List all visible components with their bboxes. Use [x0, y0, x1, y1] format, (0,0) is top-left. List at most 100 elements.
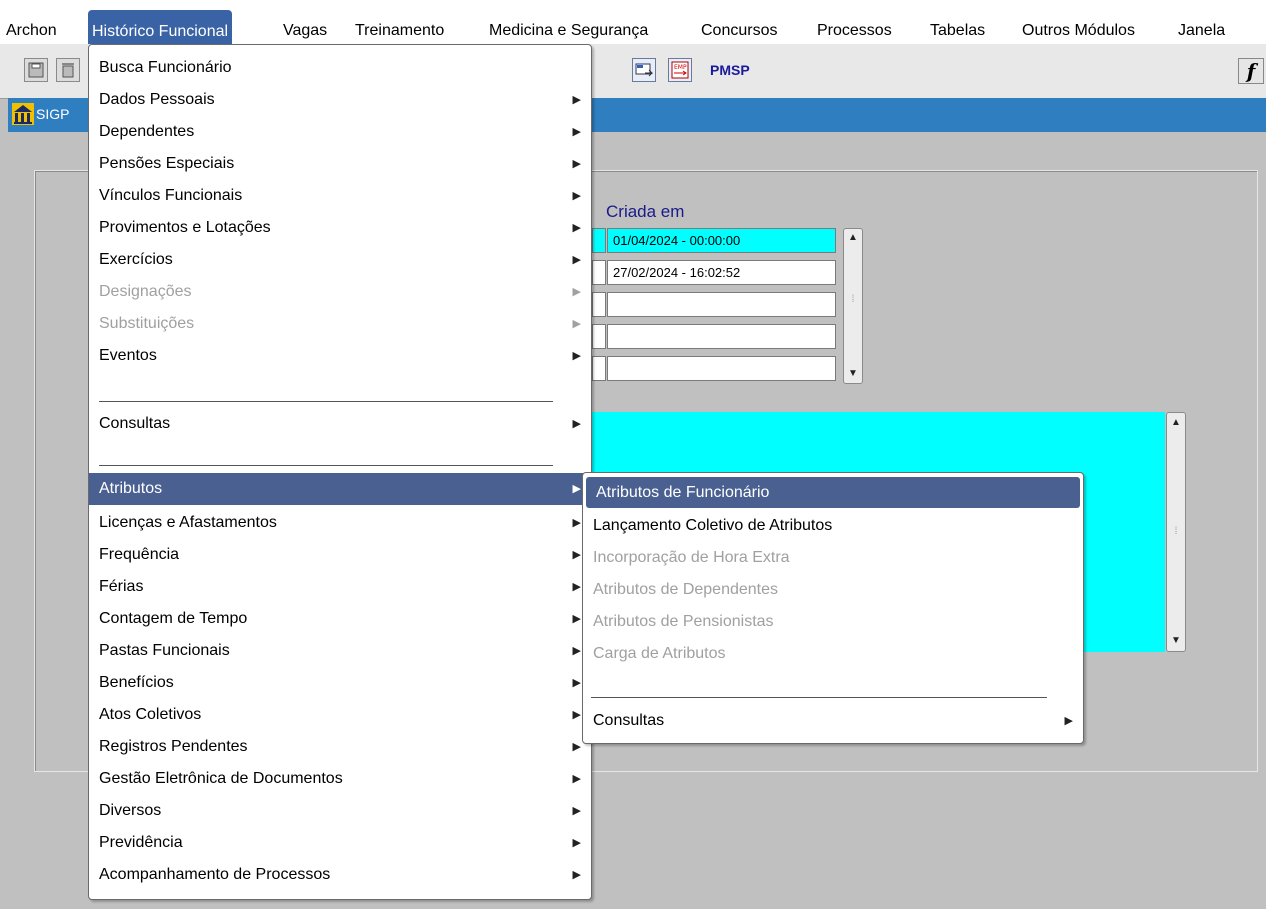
menu-medicina[interactable]: Medicina e Segurança — [485, 18, 652, 44]
menu-item-label: Atributos de Funcionário — [596, 484, 770, 501]
save-icon[interactable] — [24, 58, 48, 82]
row-prev-cell[interactable] — [592, 356, 606, 381]
menu-outros-modulos[interactable]: Outros Módulos — [1018, 18, 1139, 44]
menu-item-dependentes[interactable]: Dependentes ▶ — [89, 116, 591, 148]
menu-item-label: Pensões Especiais — [99, 155, 235, 172]
menu-item-diversos[interactable]: Diversos ▶ — [89, 795, 591, 827]
scroll-grip-icon[interactable]: ⁞ — [846, 293, 860, 307]
menu-item-substituicoes[interactable]: Substituições ▶ — [89, 308, 591, 340]
row-prev-cell[interactable] — [592, 324, 606, 349]
menu-item-label: Consultas — [593, 712, 665, 729]
menu-archon[interactable]: Archon — [2, 18, 61, 44]
function-button[interactable]: f — [1238, 58, 1264, 84]
menu-item-ferias[interactable]: Férias ▶ — [89, 571, 591, 603]
created-at-field[interactable] — [607, 324, 836, 349]
menu-item-registros-pendentes[interactable]: Registros Pendentes ▶ — [89, 731, 591, 763]
menu-item-gestao-eletronica[interactable]: Gestão Eletrônica de Documentos ▶ — [89, 763, 591, 795]
menu-separator — [99, 465, 553, 466]
window-title: SIGP — [36, 106, 70, 122]
menu-item-label: Dados Pessoais — [99, 91, 215, 108]
menu-item-label: Benefícios — [99, 674, 174, 691]
submenu-arrow-icon: ▶ — [572, 613, 581, 625]
menu-item-atos-coletivos[interactable]: Atos Coletivos ▶ — [89, 699, 591, 731]
menu-item-label: Atributos de Pensionistas — [593, 613, 774, 630]
created-at-field[interactable] — [607, 292, 836, 317]
menu-item-label: Consultas — [99, 415, 171, 432]
menu-item-label: Atributos de Dependentes — [593, 581, 779, 598]
menu-item-contagem-tempo[interactable]: Contagem de Tempo ▶ — [89, 603, 591, 635]
menu-item-licencas-afastamentos[interactable]: Licenças e Afastamentos ▶ — [89, 507, 591, 539]
menu-tabelas[interactable]: Tabelas — [926, 18, 989, 44]
menu-item-label: Gestão Eletrônica de Documentos — [99, 770, 343, 787]
menu-item-designacoes[interactable]: Designações ▶ — [89, 276, 591, 308]
menu-item-atributos[interactable]: Atributos ▶ — [89, 473, 591, 505]
created-at-field[interactable] — [607, 356, 836, 381]
delete-icon[interactable] — [56, 58, 80, 82]
menu-item-busca-funcionario[interactable]: Busca Funcionário — [89, 52, 591, 84]
submenu-item-atributos-funcionario[interactable]: Atributos de Funcionário — [586, 477, 1080, 508]
menu-item-beneficios[interactable]: Benefícios ▶ — [89, 667, 591, 699]
menu-item-consultas[interactable]: Consultas ▶ — [89, 408, 591, 440]
menu-item-label: Substituições — [99, 315, 195, 332]
menu-item-pensoes-especiais[interactable]: Pensões Especiais ▶ — [89, 148, 591, 180]
submenu-arrow-icon: ▶ — [572, 837, 581, 849]
menu-item-eventos[interactable]: Eventos ▶ — [89, 340, 591, 372]
row-prev-cell[interactable] — [592, 228, 606, 253]
menu-item-dados-pessoais[interactable]: Dados Pessoais ▶ — [89, 84, 591, 116]
menu-item-frequencia[interactable]: Frequência ▶ — [89, 539, 591, 571]
submenu-item-incorporacao-hora-extra[interactable]: Incorporação de Hora Extra — [583, 542, 1083, 574]
menu-item-label: Previdência — [99, 834, 183, 851]
menubar: Archon Histórico Funcional Vagas Treinam… — [0, 0, 1266, 44]
menu-item-previdencia[interactable]: Previdência ▶ — [89, 827, 591, 859]
menu-item-label: Lançamento Coletivo de Atributos — [593, 517, 833, 534]
submenu-item-atributos-dependentes[interactable]: Atributos de Dependentes — [583, 574, 1083, 606]
menu-item-acompanhamento-processos[interactable]: Acompanhamento de Processos ▶ — [89, 859, 591, 891]
submenu-item-lancamento-coletivo[interactable]: Lançamento Coletivo de Atributos — [583, 510, 1083, 542]
export-icon[interactable] — [632, 58, 656, 82]
submenu-arrow-icon: ▶ — [572, 418, 581, 430]
submenu-arrow-icon: ▶ — [572, 741, 581, 753]
text-area-scrollbar[interactable]: ▲ ⁞ ▼ — [1166, 412, 1186, 652]
submenu-arrow-icon: ▶ — [1064, 715, 1073, 727]
submenu-arrow-icon: ▶ — [572, 869, 581, 881]
atributos-submenu: Atributos de Funcionário Lançamento Cole… — [582, 472, 1084, 744]
submenu-arrow-icon: ▶ — [572, 158, 581, 170]
menu-item-label: Dependentes — [99, 123, 195, 140]
menu-processos[interactable]: Processos — [813, 18, 896, 44]
row-prev-cell[interactable] — [592, 260, 606, 285]
row-prev-cell[interactable] — [592, 292, 606, 317]
submenu-item-atributos-pensionistas[interactable]: Atributos de Pensionistas — [583, 606, 1083, 638]
menu-item-exercicios[interactable]: Exercícios ▶ — [89, 244, 591, 276]
scroll-up-icon[interactable]: ▲ — [846, 231, 860, 245]
menu-item-provimentos-lotacoes[interactable]: Provimentos e Lotações ▶ — [89, 212, 591, 244]
menu-item-vinculos-funcionais[interactable]: Vínculos Funcionais ▶ — [89, 180, 591, 212]
submenu-item-consultas[interactable]: Consultas ▶ — [583, 705, 1083, 737]
created-at-field[interactable]: 01/04/2024 - 00:00:00 — [607, 228, 836, 253]
menu-separator — [591, 697, 1047, 698]
submenu-arrow-icon: ▶ — [572, 94, 581, 106]
menu-concursos[interactable]: Concursos — [697, 18, 781, 44]
menu-item-label: Acompanhamento de Processos — [99, 866, 331, 883]
menu-item-label: Vínculos Funcionais — [99, 187, 243, 204]
scroll-grip-icon[interactable]: ⁞ — [1169, 525, 1183, 539]
created-at-header: Criada em — [606, 202, 685, 221]
menu-janela[interactable]: Janela — [1174, 18, 1229, 44]
employee-transfer-icon[interactable]: EMP — [668, 58, 692, 82]
svg-text:EMP: EMP — [674, 64, 687, 71]
created-at-field[interactable]: 27/02/2024 - 16:02:52 — [607, 260, 836, 285]
menu-item-label: Frequência — [99, 546, 180, 563]
scroll-up-icon[interactable]: ▲ — [1169, 416, 1183, 430]
building-icon — [12, 103, 34, 125]
menu-treinamento[interactable]: Treinamento — [351, 18, 448, 44]
scroll-down-icon[interactable]: ▼ — [1169, 634, 1183, 648]
records-scrollbar[interactable]: ▲ ⁞ ▼ — [843, 228, 863, 384]
submenu-arrow-icon: ▶ — [572, 254, 581, 266]
scroll-down-icon[interactable]: ▼ — [846, 367, 860, 381]
menu-item-pastas-funcionais[interactable]: Pastas Funcionais ▶ — [89, 635, 591, 667]
submenu-arrow-icon: ▶ — [572, 709, 581, 721]
menu-vagas[interactable]: Vagas — [279, 18, 331, 44]
submenu-item-carga-atributos[interactable]: Carga de Atributos — [583, 638, 1083, 670]
submenu-arrow-icon: ▶ — [572, 645, 581, 657]
menu-historico-funcional[interactable]: Histórico Funcional — [88, 10, 233, 44]
submenu-arrow-icon: ▶ — [572, 318, 581, 330]
